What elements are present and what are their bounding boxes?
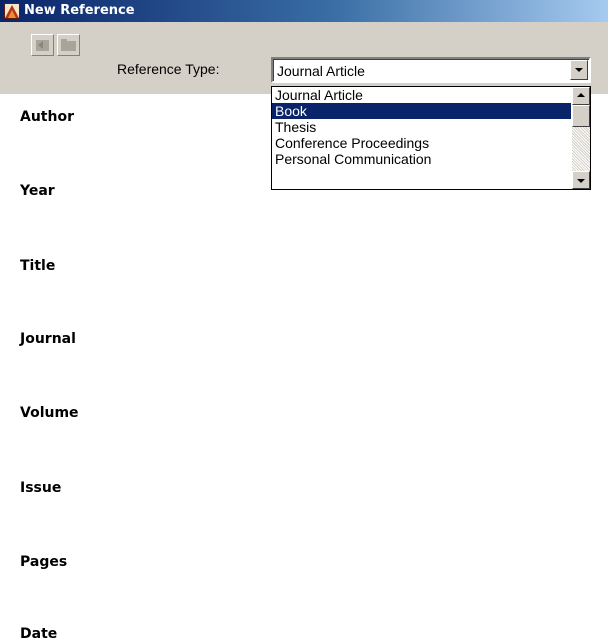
chevron-down-icon: [575, 68, 583, 72]
window-title: New Reference: [24, 3, 135, 18]
title-bar[interactable]: New Reference: [0, 0, 608, 22]
reference-type-label: Reference Type:: [117, 61, 220, 77]
reference-type-dropdown[interactable]: Journal Article Book Thesis Conference Proc…: [271, 86, 591, 190]
dropdown-option[interactable]: Conference Proceedings: [272, 135, 571, 151]
dropdown-option[interactable]: Personal Communication: [272, 151, 571, 167]
dropdown-toggle-button[interactable]: [570, 60, 588, 80]
field-label-issue: Issue: [20, 480, 62, 496]
dropdown-option[interactable]: Journal Article: [272, 87, 571, 103]
scroll-up-icon: [577, 93, 585, 97]
scroll-thumb[interactable]: [572, 105, 590, 127]
folder-icon: [61, 39, 76, 51]
field-label-journal: Journal: [20, 331, 76, 347]
dropdown-scrollbar[interactable]: [572, 87, 590, 189]
field-label-year: Year: [20, 183, 55, 199]
scroll-down-icon: [577, 179, 585, 183]
dropdown-options: Journal Article Book Thesis Conference Proc…: [272, 87, 571, 167]
go-back-button[interactable]: [31, 34, 54, 56]
field-label-volume: Volume: [20, 405, 79, 421]
field-label-author: Author: [20, 109, 74, 125]
field-label-date: Date: [20, 626, 58, 642]
field-label-title: Title: [20, 258, 56, 274]
scroll-down-button[interactable]: [572, 171, 590, 189]
field-label-pages: Pages: [20, 554, 68, 570]
back-arrow-icon: [36, 40, 49, 51]
dropdown-option[interactable]: Thesis: [272, 119, 571, 135]
scroll-up-button[interactable]: [572, 87, 590, 105]
reference-type-value: Journal Article: [277, 63, 365, 79]
app-icon[interactable]: [4, 3, 20, 19]
reference-type-select[interactable]: Journal Article: [271, 57, 591, 83]
dropdown-option[interactable]: Book: [272, 103, 571, 119]
open-folder-button[interactable]: [57, 34, 80, 56]
